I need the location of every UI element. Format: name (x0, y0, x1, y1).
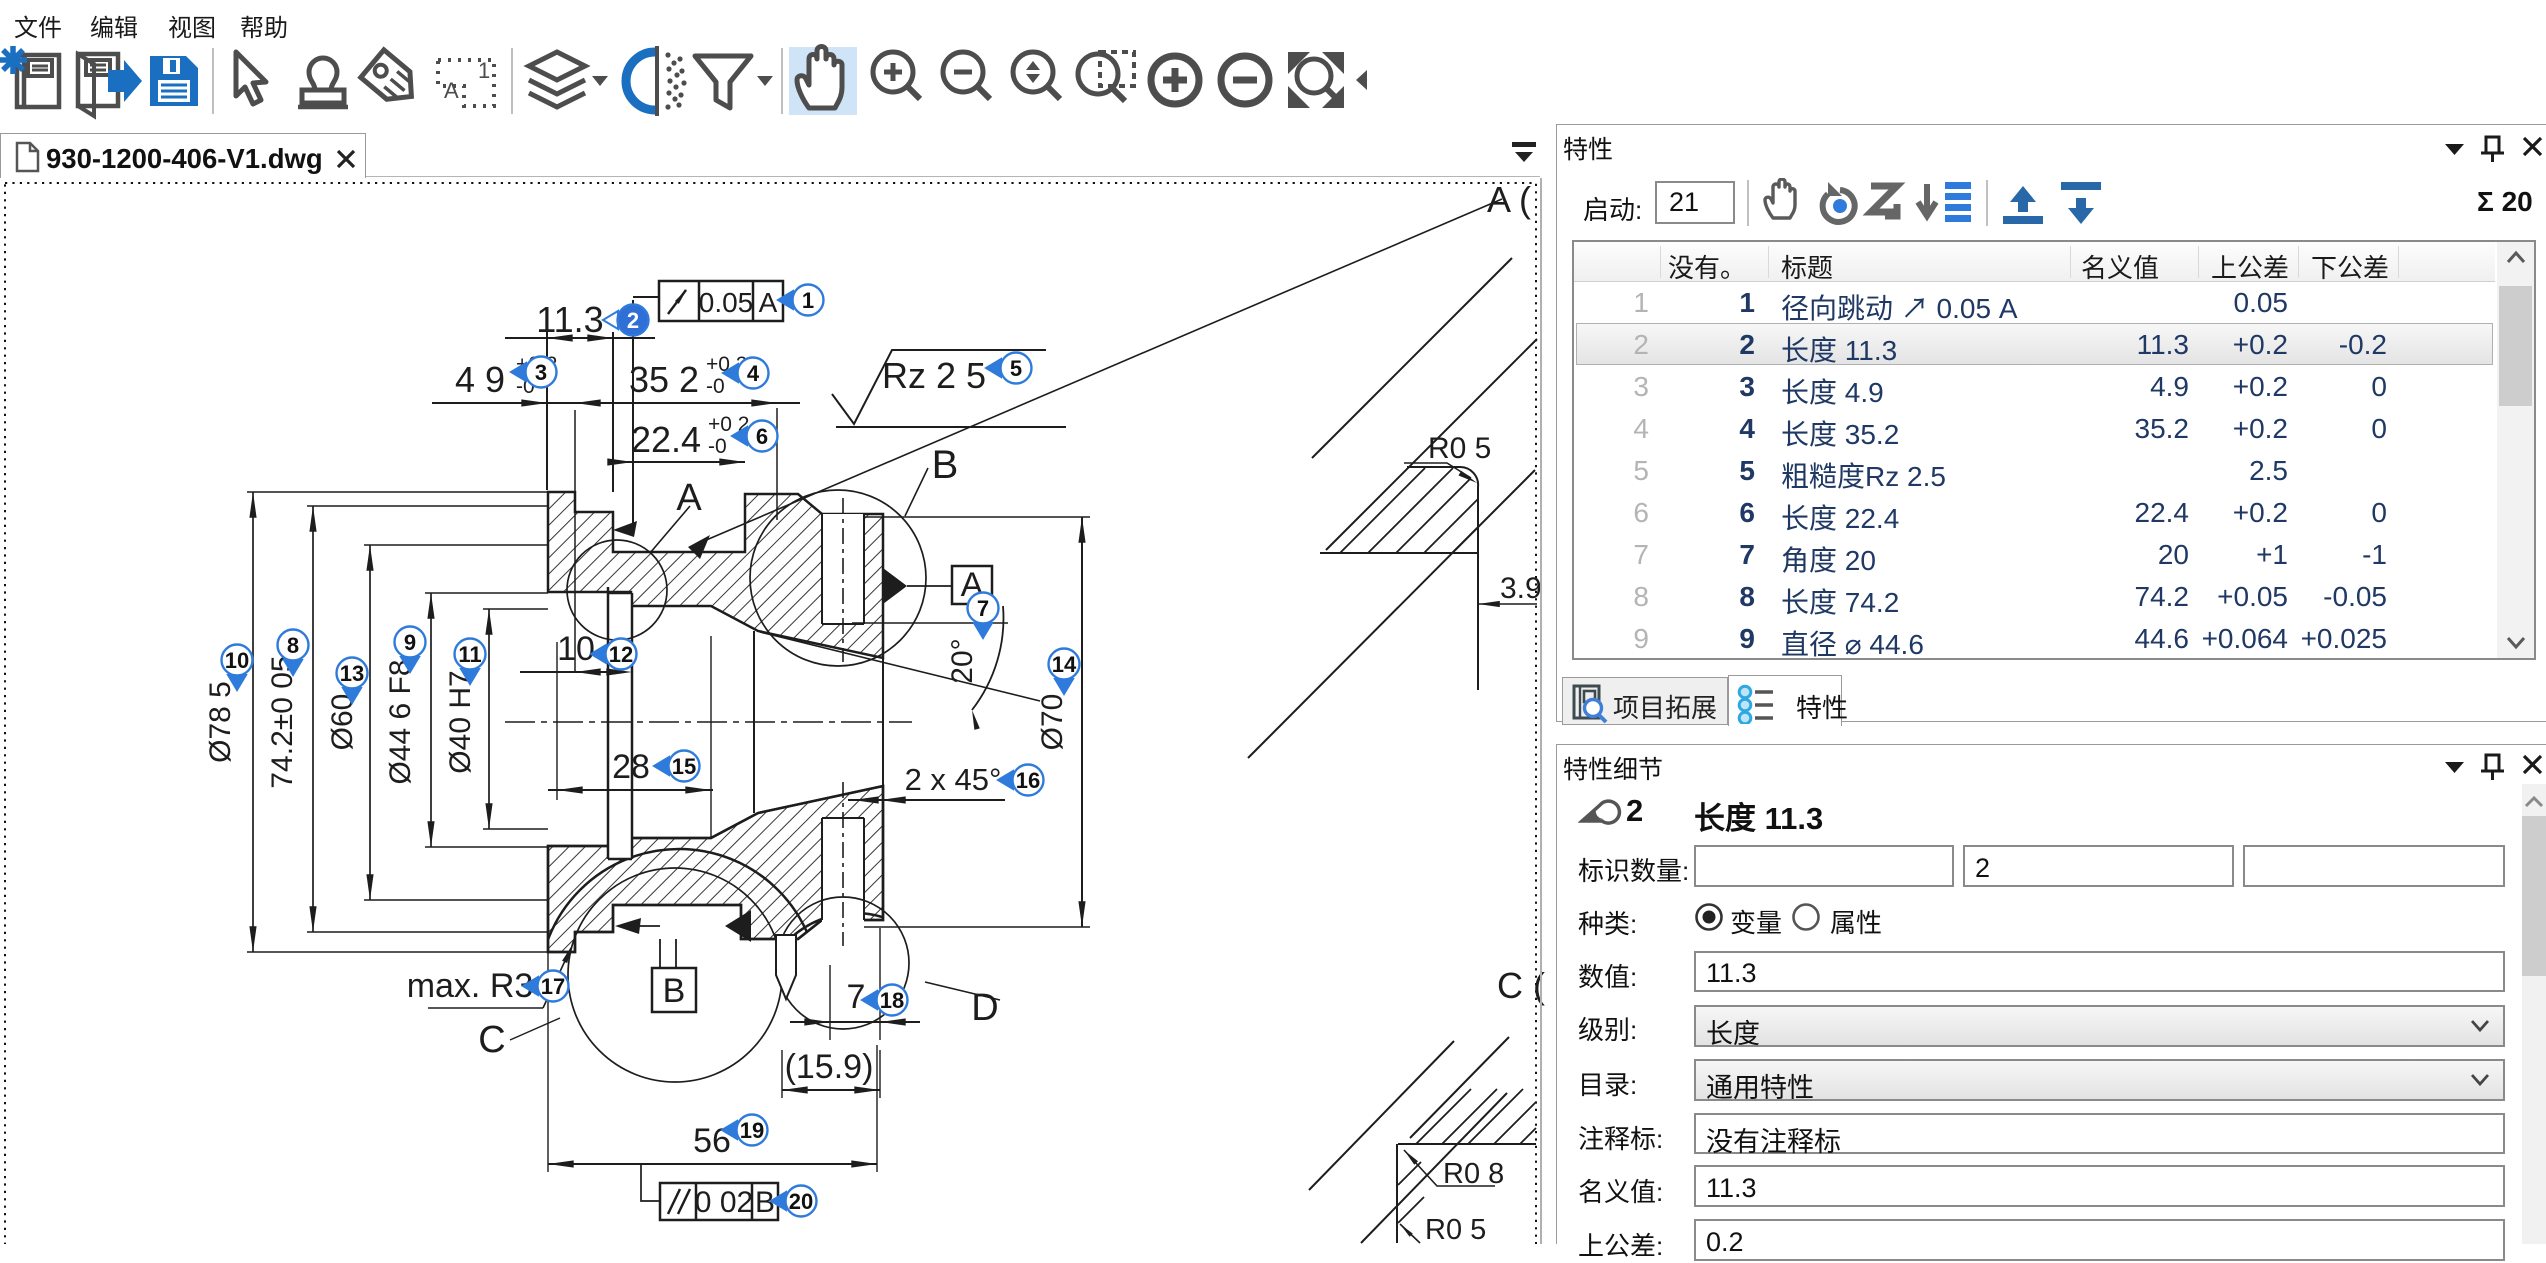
svg-text:R0 5: R0 5 (1425, 1214, 1486, 1244)
svg-text:8: 8 (287, 633, 299, 658)
svg-text:20°: 20° (946, 638, 979, 683)
svg-text:14: 14 (1052, 652, 1077, 677)
svg-text:10: 10 (225, 648, 249, 673)
svg-text:22.4: 22.4 (631, 419, 701, 460)
svg-text:Ø70: Ø70 (1036, 694, 1069, 751)
svg-text:74.2±0 05: 74.2±0 05 (266, 655, 299, 788)
svg-text:A: A (676, 477, 702, 519)
svg-text:2: 2 (627, 308, 639, 333)
svg-text:Rz 2 5: Rz 2 5 (882, 355, 986, 396)
svg-text:C: C (478, 1019, 505, 1061)
svg-text:5: 5 (1010, 356, 1022, 381)
svg-text:B: B (663, 972, 686, 1010)
svg-text:1: 1 (802, 288, 814, 313)
svg-text:3: 3 (535, 360, 547, 385)
svg-text:10: 10 (557, 630, 595, 668)
svg-text:13: 13 (340, 661, 364, 686)
svg-text:-0: -0 (708, 435, 727, 458)
svg-text:17: 17 (541, 974, 565, 999)
svg-text:7: 7 (847, 978, 866, 1016)
svg-text:0 02: 0 02 (695, 1186, 753, 1219)
svg-text:19: 19 (740, 1118, 764, 1143)
svg-text:B: B (932, 443, 959, 487)
svg-text:D: D (971, 987, 998, 1029)
svg-text:Ø44 6 F8: Ø44 6 F8 (384, 659, 417, 784)
svg-text:9: 9 (404, 630, 416, 655)
svg-text:15: 15 (672, 754, 696, 779)
svg-text:35 2: 35 2 (629, 359, 699, 400)
svg-text:28: 28 (612, 748, 650, 786)
svg-text:R0 5: R0 5 (1428, 432, 1491, 465)
svg-text:4 9: 4 9 (455, 359, 505, 400)
svg-text:7: 7 (977, 596, 989, 621)
svg-text:4: 4 (747, 361, 760, 386)
svg-text:6: 6 (756, 424, 768, 449)
svg-text:20: 20 (789, 1189, 813, 1214)
svg-text:max. R3: max. R3 (407, 967, 534, 1005)
svg-text:12: 12 (609, 642, 633, 667)
svg-text:C (2: C (2 (1497, 965, 1546, 1006)
svg-text:Ø60: Ø60 (326, 694, 359, 751)
svg-text:18: 18 (880, 988, 904, 1013)
svg-text:(15.9): (15.9) (785, 1048, 874, 1086)
svg-text:A (: A ( (1487, 179, 1531, 220)
svg-text:11.3: 11.3 (536, 299, 603, 340)
svg-text:16: 16 (1016, 768, 1040, 793)
svg-text:-0: -0 (706, 375, 725, 398)
svg-text:Ø40 H7: Ø40 H7 (444, 670, 477, 773)
svg-text:Ø78 5: Ø78 5 (204, 681, 237, 763)
svg-text:3.9: 3.9 (1500, 572, 1542, 605)
svg-text:2 x 45°: 2 x 45° (905, 762, 1002, 797)
svg-text:11: 11 (458, 642, 481, 667)
svg-text:0.05: 0.05 (699, 287, 754, 318)
svg-text:A: A (759, 287, 778, 318)
